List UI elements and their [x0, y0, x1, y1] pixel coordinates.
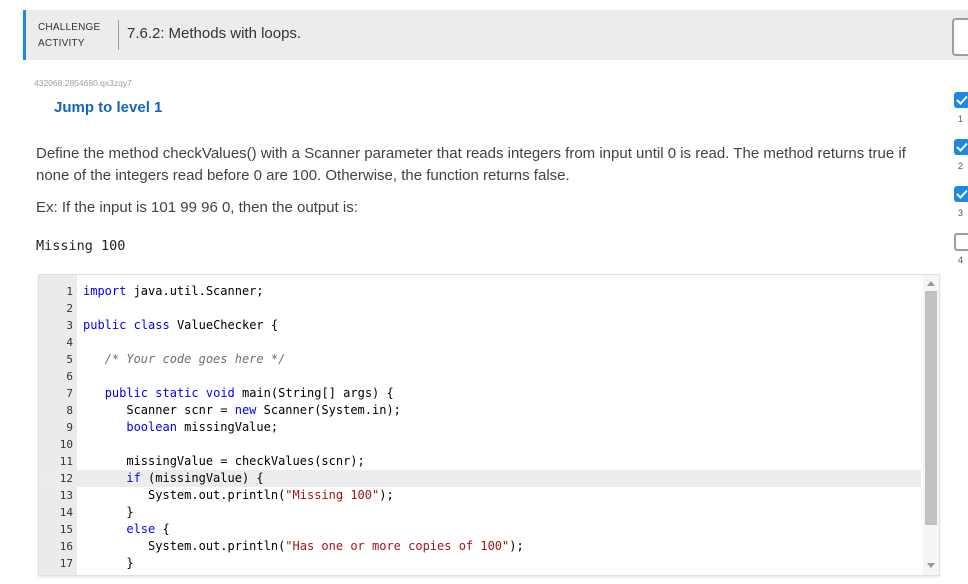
- line-number: 11: [59, 455, 73, 468]
- code-line[interactable]: 4: [39, 334, 921, 351]
- line-number: 9: [66, 421, 73, 434]
- level-number: 1: [958, 114, 964, 124]
- line-number: 10: [59, 438, 73, 451]
- line-number: 6: [66, 370, 73, 383]
- progress-panel: [952, 18, 968, 56]
- code-line[interactable]: 2: [39, 300, 921, 317]
- jump-to-level-link[interactable]: Jump to level 1: [54, 99, 162, 116]
- code-line[interactable]: 14 }: [39, 504, 921, 521]
- code-area[interactable]: 1 import java.util.Scanner; 2 3 public class…: [39, 283, 921, 572]
- expected-output: Missing 100: [36, 238, 126, 254]
- line-number: 4: [66, 336, 73, 349]
- code-line-text[interactable]: public static void main(String[] args) {: [83, 385, 394, 402]
- code-line-text[interactable]: else {: [83, 521, 169, 538]
- code-line[interactable]: 17 }: [39, 555, 921, 572]
- code-line[interactable]: 9 boolean missingValue;: [39, 419, 921, 436]
- line-number: 12: [59, 472, 73, 485]
- scroll-down-icon[interactable]: [927, 563, 935, 568]
- code-line-text[interactable]: }: [83, 504, 133, 521]
- code-line-text[interactable]: System.out.println("Missing 100");: [83, 487, 394, 504]
- code-line-text[interactable]: }: [83, 555, 133, 572]
- line-number: 16: [59, 540, 73, 553]
- code-line-text[interactable]: if (missingValue) {: [83, 470, 263, 487]
- code-line[interactable]: 6: [39, 368, 921, 385]
- line-number: 8: [66, 404, 73, 417]
- check-icon: [956, 95, 968, 105]
- code-line-text[interactable]: System.out.println("Has one or more copi…: [83, 538, 524, 555]
- activity-code: 432068.2854680.qx3zqy7: [34, 78, 132, 88]
- level-4-indicator[interactable]: [954, 233, 968, 251]
- line-number: 15: [59, 523, 73, 536]
- activity-title: 7.6.2: Methods with loops.: [127, 25, 301, 42]
- level-number: 4: [958, 255, 964, 265]
- activity-header: CHALLENGE ACTIVITY 7.6.2: Methods with lo…: [23, 10, 968, 60]
- line-number: 5: [66, 353, 73, 366]
- level-1-indicator[interactable]: [954, 92, 968, 108]
- code-line[interactable]: 8 Scanner scnr = new Scanner(System.in);: [39, 402, 921, 419]
- code-line[interactable]: 10: [39, 436, 921, 453]
- code-line-text[interactable]: /* Your code goes here */: [83, 351, 286, 368]
- check-icon: [956, 142, 968, 152]
- code-line[interactable]: 12 if (missingValue) {: [39, 470, 921, 487]
- example-text: Ex: If the input is 101 99 96 0, then th…: [36, 199, 358, 216]
- activity-type-line2: ACTIVITY: [38, 38, 85, 49]
- code-line[interactable]: 13 System.out.println("Missing 100");: [39, 487, 921, 504]
- code-line[interactable]: 3 public class ValueChecker {: [39, 317, 921, 334]
- code-line[interactable]: 5 /* Your code goes here */: [39, 351, 921, 368]
- code-line[interactable]: 7 public static void main(String[] args)…: [39, 385, 921, 402]
- line-number: 17: [59, 557, 73, 570]
- code-line-text[interactable]: public class ValueChecker {: [83, 317, 278, 334]
- line-number: 2: [66, 302, 73, 315]
- scroll-up-icon[interactable]: [927, 281, 935, 286]
- code-line[interactable]: 16 System.out.println("Has one or more c…: [39, 538, 921, 555]
- code-line[interactable]: 15 else {: [39, 521, 921, 538]
- line-number: 3: [66, 319, 73, 332]
- activity-type-label: CHALLENGE ACTIVITY: [38, 20, 100, 52]
- instructions-paragraph: Define the method checkValues() with a S…: [36, 145, 906, 184]
- code-line-text[interactable]: import java.util.Scanner;: [83, 283, 264, 300]
- line-number: 14: [59, 506, 73, 519]
- level-number: 2: [958, 161, 964, 171]
- code-editor[interactable]: 1 import java.util.Scanner; 2 3 public class…: [38, 274, 940, 576]
- code-line[interactable]: 11 missingValue = checkValues(scnr);: [39, 453, 921, 470]
- editor-scrollbar[interactable]: [923, 275, 939, 575]
- code-line[interactable]: 1 import java.util.Scanner;: [39, 283, 921, 300]
- level-2-indicator[interactable]: [954, 139, 968, 155]
- line-number: 13: [59, 489, 73, 502]
- activity-type-line1: CHALLENGE: [38, 22, 101, 33]
- code-line-text[interactable]: missingValue = checkValues(scnr);: [83, 453, 364, 470]
- line-number: 7: [66, 387, 73, 400]
- check-icon: [956, 189, 968, 199]
- activity-title-text: Methods with loops.: [168, 25, 302, 42]
- scrollbar-thumb[interactable]: [925, 291, 937, 525]
- code-line-text[interactable]: Scanner scnr = new Scanner(System.in);: [83, 402, 401, 419]
- line-number: 1: [66, 285, 73, 298]
- code-line-text[interactable]: boolean missingValue;: [83, 419, 278, 436]
- activity-number: 7.6.2:: [127, 25, 165, 42]
- level-3-indicator[interactable]: [954, 186, 968, 202]
- header-divider: [118, 20, 119, 50]
- level-number: 3: [958, 208, 964, 218]
